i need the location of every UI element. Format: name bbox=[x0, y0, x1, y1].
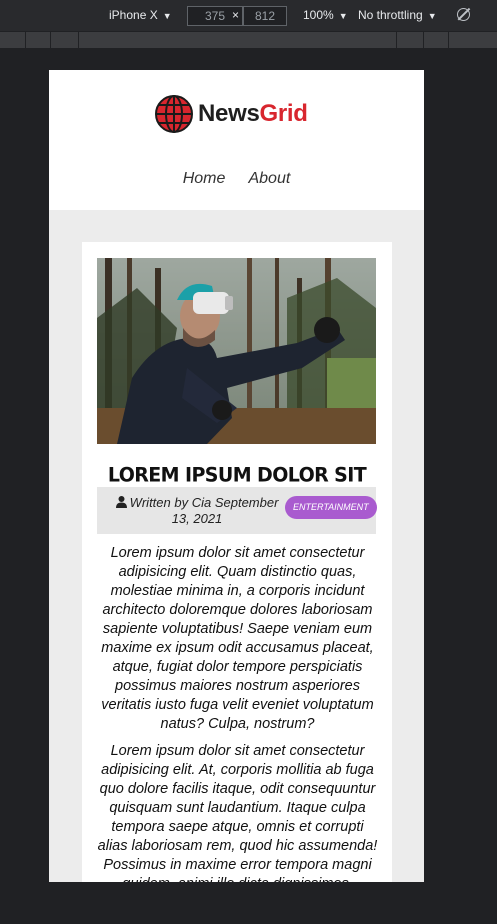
logo-prefix: News bbox=[198, 100, 260, 127]
user-icon bbox=[115, 496, 127, 508]
site-logo[interactable]: NewsGrid bbox=[155, 94, 308, 134]
nav-about-link[interactable]: About bbox=[248, 170, 290, 188]
site-header: NewsGrid Home About bbox=[49, 70, 424, 210]
post-body: Lorem ipsum dolor sit amet consectetur a… bbox=[97, 544, 378, 882]
post-author-line: Written by Cia September 13, 2021 bbox=[107, 495, 287, 527]
device-viewport: NewsGrid Home About LOREM IPSUM DOLOR SI… bbox=[49, 70, 424, 882]
main-nav: Home About bbox=[49, 168, 424, 188]
post-hero-image bbox=[97, 258, 376, 444]
vr-headset-photo bbox=[97, 258, 376, 444]
post-paragraph: Lorem ipsum dolor sit amet consectetur a… bbox=[101, 545, 374, 732]
throttling-select[interactable]: No throttling ▼ bbox=[358, 8, 437, 22]
chevron-down-icon: ▼ bbox=[162, 11, 172, 21]
logo-suffix: Grid bbox=[259, 100, 308, 127]
nav-home-link[interactable]: Home bbox=[183, 170, 226, 188]
zoom-value: 100% bbox=[303, 8, 334, 22]
post-meta-bar: Written by Cia September 13, 2021 ENTERT… bbox=[97, 487, 377, 534]
media-query-ruler[interactable] bbox=[0, 31, 497, 49]
logo-wordmark: NewsGrid bbox=[198, 100, 308, 128]
height-input[interactable]: 812 bbox=[243, 6, 287, 26]
post-card: LOREM IPSUM DOLOR SIT AMET. Written by C… bbox=[82, 242, 392, 882]
device-name: iPhone X bbox=[109, 8, 158, 22]
globe-icon bbox=[155, 95, 193, 133]
chevron-down-icon: ▼ bbox=[338, 11, 348, 21]
zoom-select[interactable]: 100% ▼ bbox=[303, 8, 348, 22]
devtools-device-toolbar: iPhone X ▼ 375 × 812 100% ▼ No throttling ▼ bbox=[0, 0, 497, 31]
throttling-value: No throttling bbox=[358, 8, 423, 22]
times-separator: × bbox=[232, 8, 240, 22]
post-paragraph: Lorem ipsum dolor sit amet consectetur a… bbox=[97, 743, 378, 882]
chevron-down-icon: ▼ bbox=[427, 11, 437, 21]
rotate-icon[interactable] bbox=[457, 8, 470, 21]
category-badge[interactable]: ENTERTAINMENT bbox=[285, 496, 377, 519]
author-text: Written by Cia September 13, 2021 bbox=[129, 495, 279, 526]
device-select[interactable]: iPhone X ▼ bbox=[109, 8, 172, 22]
